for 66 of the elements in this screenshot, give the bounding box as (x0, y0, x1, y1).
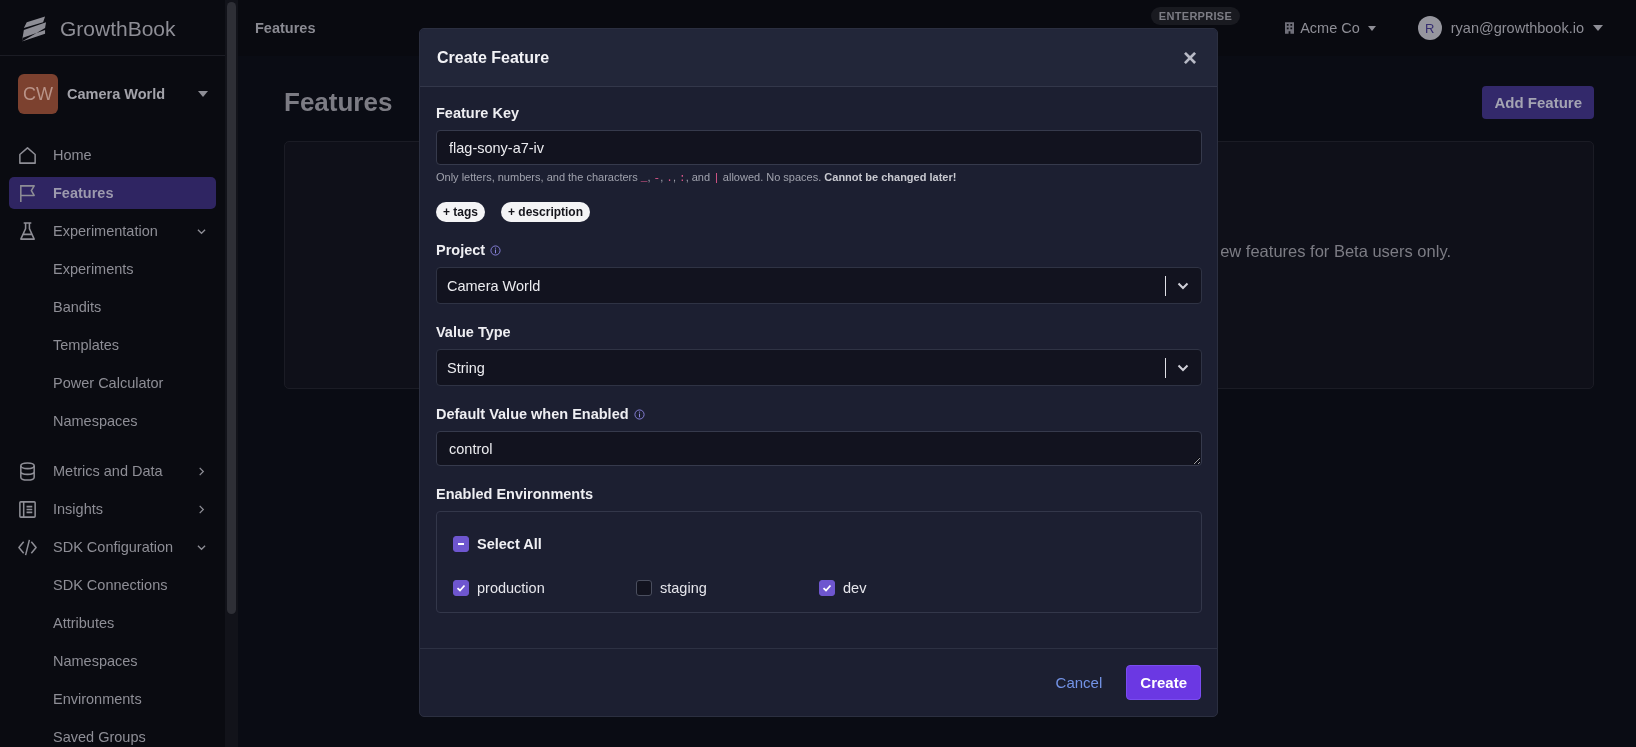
help-text: Only letters, numbers, and the characters _, -, ., :, and | allowed. No spaces. Cannot be changed later! (436, 171, 958, 184)
create-button[interactable]: Create (1126, 665, 1201, 700)
database-icon (17, 460, 38, 482)
caret-icon (1593, 25, 1603, 31)
nav-item[interactable]: Environments (9, 683, 216, 715)
checkbox[interactable] (819, 580, 835, 596)
nav-item[interactable]: Power Calculator (9, 367, 216, 399)
field-label: Feature Key (436, 105, 519, 121)
checkbox-label: Select All (477, 536, 542, 552)
page-title: Features (284, 86, 393, 118)
nav-item[interactable]: Saved Groups (9, 721, 216, 747)
caret-icon (198, 91, 208, 97)
building-icon (1285, 22, 1295, 34)
field-label: Project (436, 242, 486, 258)
checkbox[interactable] (636, 580, 652, 596)
nav-item[interactable]: Attributes (9, 607, 216, 639)
nav-item[interactable]: SDK Configuration (9, 531, 216, 563)
org-switcher[interactable]: Acme Co (1285, 20, 1376, 36)
chevron-icon (1177, 281, 1189, 290)
check-icon (455, 582, 467, 594)
project-avatar: CW (18, 74, 58, 114)
user-menu[interactable]: R ryan@growthbook.io (1417, 16, 1603, 40)
home-icon (17, 144, 38, 166)
checkbox-label: staging (660, 580, 707, 596)
cancel-link[interactable]: Cancel (1045, 666, 1113, 699)
select-field[interactable]: String (436, 349, 1202, 386)
checkbox-label: production (477, 580, 545, 596)
text-area[interactable]: control (436, 431, 1202, 466)
nav-item[interactable]: Namespaces (9, 645, 216, 677)
nav-item[interactable]: Bandits (9, 291, 216, 323)
nav-item[interactable]: Experimentation (9, 215, 216, 247)
nav-item[interactable]: SDK Connections (9, 569, 216, 601)
checkbox-label: dev (843, 580, 867, 596)
checkbox[interactable] (453, 580, 469, 596)
nav-item[interactable]: Metrics and Data (9, 455, 216, 487)
nav-item[interactable]: Namespaces (9, 405, 216, 437)
text-input[interactable]: flag-sony-a7-iv (436, 130, 1202, 165)
nav-item[interactable]: Insights (9, 493, 216, 525)
modal-title: Create Feature (437, 48, 550, 67)
field-label: Default Value when Enabled (436, 406, 629, 422)
nav-item[interactable]: Templates (9, 329, 216, 361)
flask-icon (17, 220, 38, 242)
flag-icon (17, 182, 38, 204)
nav-item[interactable]: Features (9, 177, 216, 209)
select-field[interactable]: Camera World (436, 267, 1202, 304)
document-icon (17, 498, 38, 520)
breadcrumb: Features (255, 20, 316, 36)
empty-state-text: ew features for Beta users only. (1220, 242, 1451, 261)
project-switcher[interactable]: CW Camera World (18, 74, 208, 114)
close-button[interactable]: × (1179, 45, 1201, 70)
caret-icon (1367, 25, 1376, 31)
add-feature-button[interactable]: Add Feature (1482, 85, 1594, 119)
nav-item[interactable]: Experiments (9, 253, 216, 285)
logo-icon (20, 15, 47, 42)
check-icon (821, 582, 833, 594)
plan-badge: ENTERPRISE (1150, 7, 1241, 25)
scrollbar[interactable] (225, 0, 238, 747)
nav-item[interactable]: Home (9, 139, 216, 171)
checkbox[interactable] (453, 536, 469, 552)
add-link-pill[interactable]: + description (501, 202, 591, 222)
add-link-pill[interactable]: + tags (436, 202, 485, 222)
chevron-icon (1177, 363, 1189, 372)
field-label: Value Type (436, 324, 511, 340)
user-avatar: R (1417, 16, 1442, 40)
field-label: Enabled Environments (436, 486, 594, 502)
logo-text: GrowthBook (60, 16, 176, 41)
